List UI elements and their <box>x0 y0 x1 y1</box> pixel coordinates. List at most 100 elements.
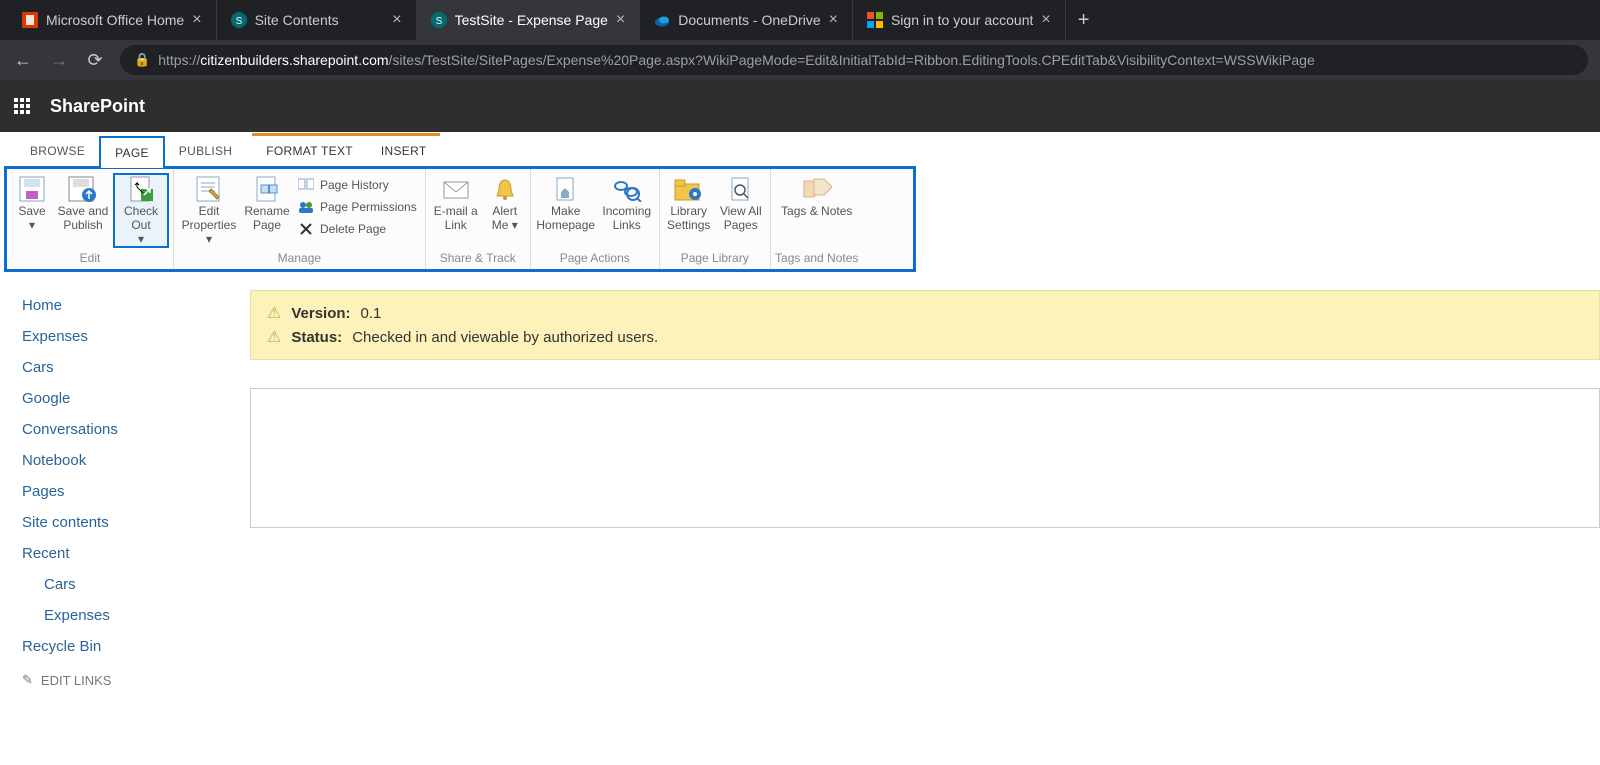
tab-label: TestSite - Expense Page <box>455 12 608 28</box>
address-bar: ← → ⟳ 🔒 https://citizenbuilders.sharepoi… <box>0 40 1600 80</box>
warning-icon: ⚠ <box>267 327 281 347</box>
edit-properties-button[interactable]: Edit Properties ▾ <box>178 173 240 248</box>
url-input[interactable]: 🔒 https://citizenbuilders.sharepoint.com… <box>120 45 1588 75</box>
ribbon-group-label: Tags and Notes <box>775 249 859 267</box>
close-icon[interactable]: × <box>1041 12 1050 28</box>
ribbon-group-tags-notes: Tags & Notes Tags and Notes <box>771 169 863 269</box>
nav-notebook[interactable]: Notebook <box>22 445 228 476</box>
version-label: Version: <box>291 305 350 322</box>
nav-conversations[interactable]: Conversations <box>22 414 228 445</box>
ribbon-group-label: Page Actions <box>535 249 655 267</box>
ribbon-tab-format-text[interactable]: FORMAT TEXT <box>252 136 367 166</box>
ribbon-group-label: Manage <box>178 249 421 267</box>
rename-page-button[interactable]: Rename Page <box>242 173 292 235</box>
save-icon <box>15 175 49 203</box>
microsoft-icon <box>867 12 883 28</box>
ribbon-tab-editing-tools: FORMAT TEXT INSERT <box>252 133 440 166</box>
nav-site-contents[interactable]: Site contents <box>22 507 228 538</box>
tab-label: Sign in to your account <box>891 12 1033 28</box>
nav-expenses[interactable]: Expenses <box>22 321 228 352</box>
ribbon-tabs: BROWSE PAGE PUBLISH FORMAT TEXT INSERT <box>0 132 1600 166</box>
ribbon-group-share-track: E-mail a Link Alert Me ▾ Share & Track <box>426 169 531 269</box>
onedrive-icon <box>654 12 670 28</box>
page-content: ⚠ Version: 0.1 ⚠ Status: Checked in and … <box>250 272 1600 706</box>
sharepoint-icon: S <box>231 12 247 28</box>
left-nav: Home Expenses Cars Google Conversations … <box>0 272 250 706</box>
close-icon[interactable]: × <box>192 12 201 28</box>
nav-google[interactable]: Google <box>22 383 228 414</box>
tab-label: Microsoft Office Home <box>46 12 184 28</box>
browser-tab[interactable]: S Site Contents × <box>217 0 417 40</box>
properties-icon <box>192 175 226 203</box>
app-launcher-icon[interactable] <box>14 98 30 114</box>
library-settings-icon <box>672 175 706 203</box>
browser-tab[interactable]: Microsoft Office Home × <box>8 0 217 40</box>
ribbon-tab-publish[interactable]: PUBLISH <box>165 136 246 166</box>
ribbon-group-edit: Save▾ Save and Publish Check Out▾ Edit <box>7 169 174 269</box>
forward-button[interactable]: → <box>48 50 70 71</box>
page-history-button[interactable]: Page History <box>294 175 421 195</box>
status-value: Checked in and viewable by authorized us… <box>352 329 658 346</box>
nav-recent-cars[interactable]: Cars <box>22 569 228 600</box>
office-icon <box>22 12 38 28</box>
status-label: Status: <box>291 329 342 346</box>
ribbon-tab-page[interactable]: PAGE <box>99 136 165 168</box>
nav-recycle-bin[interactable]: Recycle Bin <box>22 631 228 662</box>
close-icon[interactable]: × <box>829 12 838 28</box>
nav-home[interactable]: Home <box>22 290 228 321</box>
svg-text:S: S <box>235 16 242 27</box>
email-icon <box>439 175 473 203</box>
library-settings-button[interactable]: Library Settings <box>664 173 714 235</box>
nav-recent[interactable]: Recent <box>22 538 228 569</box>
save-and-publish-button[interactable]: Save and Publish <box>55 173 111 235</box>
suite-title: SharePoint <box>50 96 145 117</box>
page-permissions-button[interactable]: Page Permissions <box>294 197 421 217</box>
close-icon[interactable]: × <box>616 12 625 28</box>
ribbon-group-label: Share & Track <box>430 249 526 267</box>
tags-icon <box>800 175 834 203</box>
sharepoint-icon: S <box>431 12 447 28</box>
ribbon-group-label: Page Library <box>664 249 766 267</box>
view-all-pages-icon <box>724 175 758 203</box>
tab-label: Documents - OneDrive <box>678 12 820 28</box>
nav-pages[interactable]: Pages <box>22 476 228 507</box>
ribbon-group-manage: Edit Properties ▾ Rename Page Page Histo… <box>174 169 426 269</box>
ribbon-group-page-library: Library Settings View All Pages Page Lib… <box>660 169 771 269</box>
warning-icon: ⚠ <box>267 303 281 323</box>
view-all-pages-button[interactable]: View All Pages <box>716 173 766 235</box>
make-homepage-button[interactable]: Make Homepage <box>535 173 597 235</box>
home-page-icon <box>549 175 583 203</box>
save-button[interactable]: Save▾ <box>11 173 53 235</box>
check-out-button[interactable]: Check Out▾ <box>113 173 169 248</box>
ribbon-group-label: Edit <box>11 249 169 267</box>
incoming-links-icon <box>610 175 644 203</box>
edit-links-button[interactable]: ✎ EDIT LINKS <box>22 672 228 688</box>
alert-me-button[interactable]: Alert Me ▾ <box>484 173 526 235</box>
browser-tab-strip: Microsoft Office Home × S Site Contents … <box>0 0 1600 40</box>
browser-tab-active[interactable]: S TestSite - Expense Page × <box>417 0 641 40</box>
nav-cars[interactable]: Cars <box>22 352 228 383</box>
save-publish-icon <box>66 175 100 203</box>
delete-page-button[interactable]: Delete Page <box>294 219 421 239</box>
browser-tab[interactable]: Documents - OneDrive × <box>640 0 853 40</box>
permissions-icon <box>298 199 314 215</box>
back-button[interactable]: ← <box>12 50 34 71</box>
email-link-button[interactable]: E-mail a Link <box>430 173 482 235</box>
bell-icon <box>488 175 522 203</box>
svg-text:S: S <box>435 16 442 27</box>
ribbon-tab-browse[interactable]: BROWSE <box>16 136 99 166</box>
ribbon-tab-insert[interactable]: INSERT <box>367 136 441 166</box>
nav-recent-expenses[interactable]: Expenses <box>22 600 228 631</box>
rename-icon <box>250 175 284 203</box>
reload-button[interactable]: ⟳ <box>84 50 106 71</box>
tab-label: Site Contents <box>255 12 385 28</box>
ribbon-body: Save▾ Save and Publish Check Out▾ Edit E… <box>4 166 916 272</box>
ribbon-group-page-actions: Make Homepage Incoming Links Page Action… <box>531 169 660 269</box>
close-icon[interactable]: × <box>392 12 401 28</box>
browser-tab[interactable]: Sign in to your account × <box>853 0 1066 40</box>
wiki-content-editor[interactable] <box>250 388 1600 528</box>
new-tab-button[interactable]: + <box>1066 9 1102 32</box>
incoming-links-button[interactable]: Incoming Links <box>599 173 655 235</box>
lock-icon: 🔒 <box>134 52 150 68</box>
tags-notes-button[interactable]: Tags & Notes <box>775 173 859 221</box>
